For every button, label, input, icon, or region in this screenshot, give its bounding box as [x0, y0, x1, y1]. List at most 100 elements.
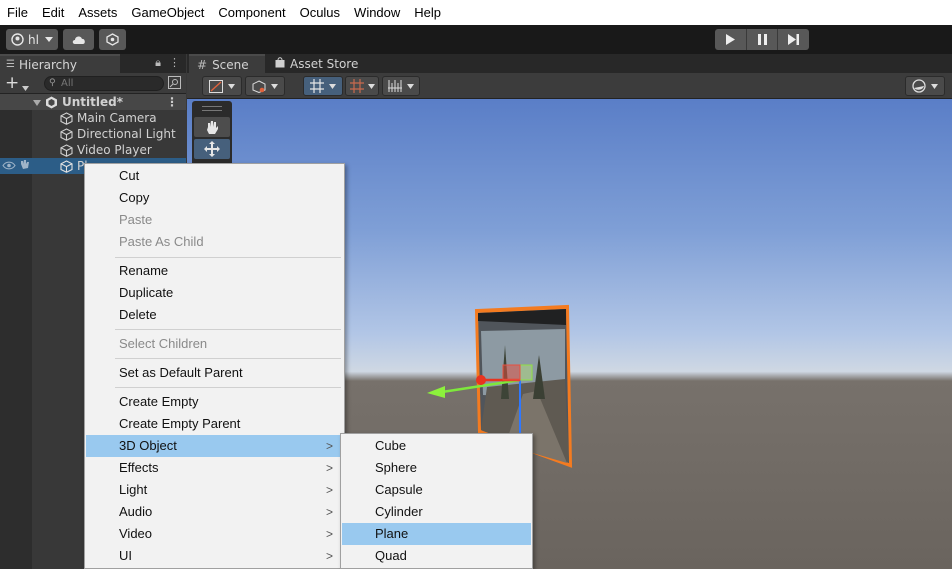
draw-mode-icon	[209, 79, 223, 93]
chevron-down-icon	[271, 83, 278, 89]
ruler-dropdown[interactable]	[382, 76, 420, 96]
shading-mode-dropdown[interactable]	[245, 76, 285, 96]
scene-tab-label: Scene	[212, 57, 249, 72]
palette-handle[interactable]	[202, 106, 222, 111]
cloud-icon	[72, 36, 85, 44]
add-dropdown-chevron-icon[interactable]	[22, 80, 29, 94]
grid-snap-toggle[interactable]	[303, 76, 343, 96]
menu-edit[interactable]: Edit	[35, 0, 71, 25]
gameobject-cube-icon	[60, 127, 73, 141]
grid-snap-icon	[310, 79, 324, 93]
move-tool-icon	[204, 141, 220, 157]
menu-item-delete[interactable]: Delete	[86, 304, 343, 326]
step-icon	[788, 34, 800, 45]
search-placeholder: All	[61, 78, 74, 89]
menu-item-copy[interactable]: Copy	[86, 187, 343, 209]
menu-item-set-default-parent[interactable]: Set as Default Parent	[86, 362, 343, 384]
menu-item-effects[interactable]: Effects >	[86, 457, 343, 479]
sphere-icon	[912, 79, 926, 93]
submenu-arrow-icon: >	[325, 461, 333, 475]
grid-hash-icon: #	[197, 57, 208, 72]
tab-hierarchy[interactable]: ☰ Hierarchy	[0, 54, 120, 73]
cloud-button[interactable]	[63, 29, 94, 50]
move-tool-button[interactable]	[194, 139, 230, 159]
menu-item-light[interactable]: Light >	[86, 479, 343, 501]
scene-tabbar: # Scene Asset Store	[187, 54, 952, 73]
kebab-menu-icon[interactable]: ⋮	[169, 56, 180, 70]
menu-item-label: Audio	[119, 504, 153, 519]
menu-item-label: Video	[119, 526, 153, 541]
scene-kebab-icon[interactable]: ⋮	[166, 95, 178, 109]
menu-item-audio[interactable]: Audio >	[86, 501, 343, 523]
menu-item-create-empty-parent[interactable]: Create Empty Parent	[86, 413, 343, 435]
camera-settings-dropdown[interactable]	[905, 76, 945, 96]
account-dropdown[interactable]: hl	[6, 29, 58, 50]
add-icon[interactable]: +	[5, 73, 19, 93]
draw-mode-dropdown[interactable]	[202, 76, 242, 96]
menu-item-paste: Paste	[119, 212, 153, 227]
search-icon: ⚲	[49, 78, 56, 88]
menu-component[interactable]: Component	[211, 0, 292, 25]
hierarchy-toolbar: + ⚲ All	[0, 73, 186, 94]
menu-file[interactable]: File	[0, 0, 35, 25]
chevron-down-icon	[407, 83, 414, 89]
submenu-item-sphere[interactable]: Sphere	[342, 457, 531, 479]
shaded-cube-icon	[252, 79, 266, 93]
submenu-item-cylinder[interactable]: Cylinder	[342, 501, 531, 523]
menu-oculus[interactable]: Oculus	[293, 0, 347, 25]
submenu-item-cube[interactable]: Cube	[342, 435, 531, 457]
play-button[interactable]	[715, 29, 747, 50]
scene-tool-palette	[192, 101, 232, 171]
menu-separator	[115, 387, 341, 388]
menu-item-3d-object[interactable]: 3D Object >	[86, 435, 343, 457]
menu-window[interactable]: Window	[347, 0, 407, 25]
menu-item-ui[interactable]: UI >	[86, 545, 343, 567]
hand-tool-button[interactable]	[194, 117, 230, 137]
hierarchy-item-main-camera[interactable]: Main Camera	[0, 110, 186, 126]
menu-help[interactable]: Help	[407, 0, 448, 25]
hierarchy-list-icon: ☰	[6, 59, 15, 70]
submenu-arrow-icon: >	[325, 505, 333, 519]
hierarchy-item-label: Video Player	[77, 143, 152, 157]
hierarchy-search-input[interactable]: ⚲ All	[44, 76, 164, 91]
expand-arrow-icon[interactable]	[33, 95, 41, 109]
menu-item-rename[interactable]: Rename	[86, 260, 343, 282]
menu-gameobject[interactable]: GameObject	[124, 0, 211, 25]
menu-item-label: Light	[119, 482, 148, 497]
scene-search-options-icon[interactable]	[168, 76, 181, 92]
hierarchy-item-directional-light[interactable]: Directional Light	[0, 126, 186, 142]
menu-item-create-empty[interactable]: Create Empty	[86, 391, 343, 413]
menu-item-video[interactable]: Video >	[86, 523, 343, 545]
scene-name: Untitled*	[62, 95, 123, 109]
play-controls	[715, 29, 809, 50]
scene-root-row[interactable]: Untitled* ⋮	[0, 94, 186, 110]
hierarchy-item-video-player[interactable]: Video Player	[0, 142, 186, 158]
menu-item-label: 3D Object	[119, 438, 177, 453]
lock-icon[interactable]: 🔒︎	[155, 56, 161, 70]
account-icon	[11, 33, 24, 46]
submenu-arrow-icon: >	[325, 439, 333, 453]
menu-assets[interactable]: Assets	[71, 0, 124, 25]
visibility-eye-icon[interactable]	[2, 159, 16, 173]
menu-separator	[115, 358, 341, 359]
submenu-item-capsule[interactable]: Capsule	[342, 479, 531, 501]
submenu-item-plane[interactable]: Plane	[342, 523, 531, 545]
chevron-down-icon	[228, 83, 235, 89]
menu-item-cut[interactable]: Cut	[86, 165, 343, 187]
pickable-hand-icon[interactable]	[19, 159, 30, 173]
tab-asset-store[interactable]: Asset Store	[267, 54, 367, 73]
collab-button[interactable]	[99, 29, 126, 50]
menu-item-label: Effects	[119, 460, 159, 475]
menu-item-duplicate[interactable]: Duplicate	[86, 282, 343, 304]
menu-item-label: UI	[119, 548, 132, 563]
chevron-down-icon	[329, 83, 336, 89]
chevron-down-icon	[367, 83, 375, 89]
tab-scene[interactable]: # Scene	[189, 54, 265, 73]
hierarchy-item-label: Main Camera	[77, 111, 157, 125]
step-button[interactable]	[778, 29, 809, 50]
increment-snap-dropdown[interactable]	[345, 76, 379, 96]
hierarchy-context-menu: Cut Copy Paste Paste As Child Rename Dup…	[84, 163, 345, 569]
pause-button[interactable]	[747, 29, 779, 50]
submenu-item-quad[interactable]: Quad	[342, 545, 531, 567]
submenu-arrow-icon: >	[325, 483, 333, 497]
